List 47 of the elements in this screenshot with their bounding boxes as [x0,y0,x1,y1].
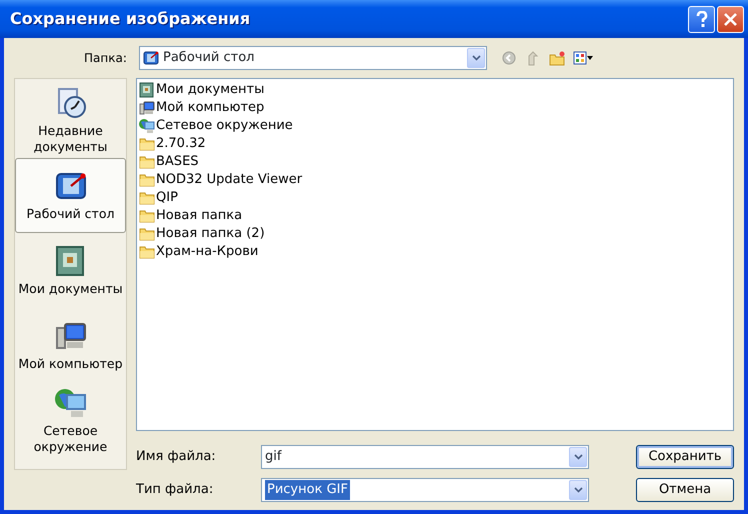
folder-icon [139,191,155,205]
network-icon [54,386,86,419]
close-button[interactable] [717,6,744,32]
file-item[interactable]: 2.70.32 [139,135,206,153]
window-title: Сохранение изображения [9,8,252,30]
file-item[interactable]: Новая папка (2) [139,225,265,243]
caret-icon [574,454,582,460]
file-type-label: Тип файла: [136,481,214,500]
back-icon[interactable] [501,50,517,66]
places-item[interactable]: Мой компьютер [15,308,126,383]
file-item[interactable]: Храм-на-Крови [139,243,258,261]
caret-icon [574,487,582,493]
file-item[interactable]: Сетевое окружение [139,117,293,135]
file-item[interactable]: Мой компьютер [139,99,264,117]
file-item[interactable]: NOD32 Update Viewer [139,171,302,189]
file-name-field[interactable]: gif [261,445,589,469]
file-type-field[interactable]: Рисунок GIF [261,478,589,502]
folder-icon [139,227,155,241]
folder-icon [139,173,155,187]
file-name-label: Имя файла: [136,448,217,466]
new-folder-icon[interactable] [549,50,565,66]
places-item[interactable]: Сетевое окружение [15,383,126,458]
documents-icon [54,244,86,277]
file-item[interactable]: Новая папка [139,207,242,225]
save-button[interactable]: Сохранить [636,445,734,469]
question-mark-icon [696,10,708,28]
file-item[interactable]: QIP [139,189,178,207]
places-item[interactable]: Недавние документы [15,83,126,158]
folder-dropdown[interactable]: Рабочий стол [139,46,487,70]
file-item[interactable]: BASES [139,153,199,171]
help-button[interactable] [688,6,715,32]
folder-label: Папка: [84,50,128,67]
cancel-button[interactable]: Отмена [636,478,734,502]
file-item[interactable]: Мои документы [139,81,264,99]
folder-icon [139,137,155,151]
desktop-icon [143,50,159,66]
close-icon [723,12,738,26]
places-item[interactable]: Мои документы [15,233,126,308]
folder-icon [139,245,155,259]
places-item[interactable]: Рабочий стол [15,158,126,233]
folder-icon [139,209,155,223]
view-menu-icon[interactable] [573,50,595,66]
computer-icon [139,100,155,116]
documents-icon [139,82,155,98]
network-icon [139,118,155,134]
folder-icon [139,155,155,169]
caret-icon [472,55,480,61]
